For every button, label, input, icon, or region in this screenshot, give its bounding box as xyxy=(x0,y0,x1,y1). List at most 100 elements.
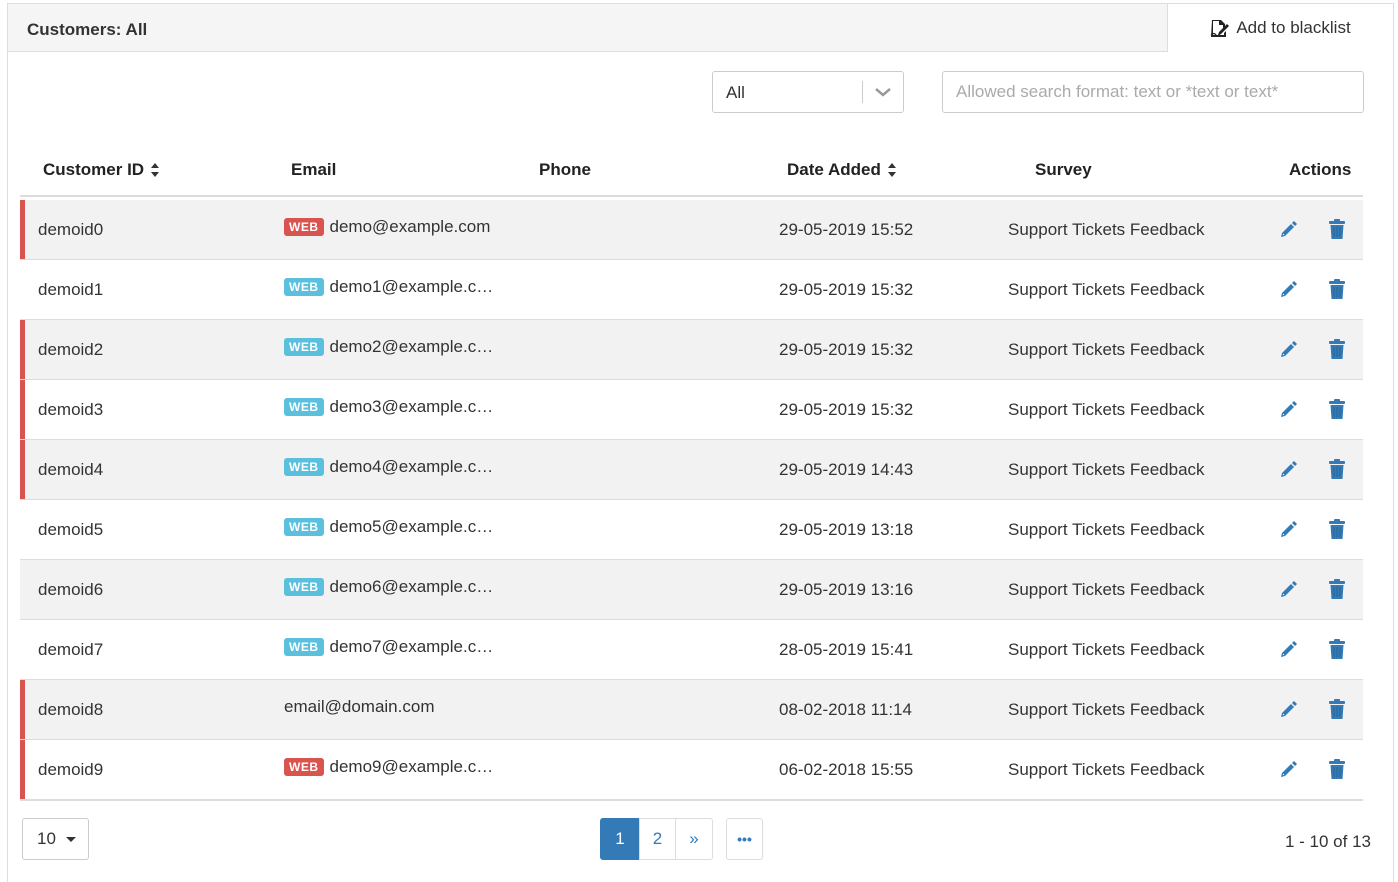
pencil-icon[interactable] xyxy=(1279,699,1299,719)
column-header-label: Survey xyxy=(1035,160,1092,179)
email-text: email@domain.com xyxy=(284,696,435,716)
pencil-icon[interactable] xyxy=(1279,579,1299,599)
date-added-cell: 08-02-2018 11:14 xyxy=(779,699,912,719)
panel-header: Customers: All Add to blacklist xyxy=(8,4,1393,52)
caret-down-icon xyxy=(65,836,76,842)
add-to-blacklist-button[interactable]: Add to blacklist xyxy=(1167,4,1393,52)
survey-cell: Support Tickets Feedback xyxy=(1008,519,1205,539)
page-button-1[interactable]: 1 xyxy=(600,818,640,860)
email-cell: WEB demo1@example.c… xyxy=(284,257,493,316)
more-pages-button[interactable]: ••• xyxy=(726,818,763,860)
add-to-blacklist-label: Add to blacklist xyxy=(1236,18,1351,37)
select-divider xyxy=(862,81,863,103)
table-row[interactable]: demoid8 email@domain.com 08-02-2018 11:14 S… xyxy=(20,680,1363,740)
row-flag-indicator xyxy=(20,680,25,739)
table-row[interactable]: demoid3 WEB demo3@example.c… 29-05-2019 15:… xyxy=(20,380,1363,440)
survey-cell: Support Tickets Feedback xyxy=(1008,699,1205,719)
filter-selected-value: All xyxy=(726,83,745,102)
column-header-label: Email xyxy=(291,160,337,179)
survey-cell: Support Tickets Feedback xyxy=(1008,759,1205,779)
column-header-label: Phone xyxy=(539,160,591,179)
date-added-cell: 29-05-2019 15:32 xyxy=(779,339,914,359)
trash-icon[interactable] xyxy=(1329,459,1345,479)
row-flag-indicator xyxy=(20,740,25,799)
trash-icon[interactable] xyxy=(1329,699,1345,719)
email-text: demo7@example.c… xyxy=(329,636,494,656)
column-header-actions: Actions xyxy=(1289,160,1351,180)
email-cell: WEB demo4@example.c… xyxy=(284,437,493,496)
column-header-date-added[interactable]: Date Added xyxy=(787,160,897,180)
row-flag-indicator xyxy=(20,440,25,499)
table-row[interactable]: demoid2 WEB demo2@example.c… 29-05-2019 15:… xyxy=(20,320,1363,380)
email-cell: WEB demo6@example.c… xyxy=(284,557,493,616)
date-added-cell: 29-05-2019 15:32 xyxy=(779,399,914,419)
table-row[interactable]: demoid0 WEB demo@example.com 29-05-2019 15:… xyxy=(20,200,1363,260)
pencil-icon[interactable] xyxy=(1279,759,1299,779)
source-badge: WEB xyxy=(284,457,324,476)
customer-id-cell: demoid7 xyxy=(38,639,104,659)
pencil-icon[interactable] xyxy=(1279,639,1299,659)
column-header-survey: Survey xyxy=(1035,160,1092,180)
email-text: demo1@example.c… xyxy=(329,276,494,296)
date-added-cell: 29-05-2019 15:52 xyxy=(779,219,914,239)
email-cell: email@domain.com xyxy=(284,677,434,736)
source-badge: WEB xyxy=(284,277,324,296)
email-text: demo2@example.c… xyxy=(329,336,494,356)
customer-id-cell: demoid0 xyxy=(38,219,104,239)
trash-icon[interactable] xyxy=(1329,219,1345,239)
table-row[interactable]: demoid1 WEB demo1@example.c… 29-05-2019 15:… xyxy=(20,260,1363,320)
per-page-dropdown[interactable]: 10 xyxy=(22,818,89,860)
date-added-cell: 29-05-2019 15:32 xyxy=(779,279,914,299)
survey-cell: Support Tickets Feedback xyxy=(1008,639,1205,659)
email-cell: WEB demo7@example.c… xyxy=(284,617,493,676)
customer-id-cell: demoid1 xyxy=(38,279,104,299)
survey-cell: Support Tickets Feedback xyxy=(1008,459,1205,479)
customer-id-cell: demoid4 xyxy=(38,459,104,479)
per-page-value: 10 xyxy=(37,829,56,848)
pencil-icon[interactable] xyxy=(1279,339,1299,359)
pencil-icon[interactable] xyxy=(1279,399,1299,419)
email-text: demo@example.com xyxy=(329,216,491,236)
table-row[interactable]: demoid4 WEB demo4@example.c… 29-05-2019 14:… xyxy=(20,440,1363,500)
row-flag-indicator xyxy=(20,320,25,379)
pencil-icon[interactable] xyxy=(1279,459,1299,479)
page-button-2[interactable]: 2 xyxy=(639,818,676,860)
survey-cell: Support Tickets Feedback xyxy=(1008,279,1205,299)
email-text: demo5@example.c… xyxy=(329,516,494,536)
table-row[interactable]: demoid5 WEB demo5@example.c… 29-05-2019 13:… xyxy=(20,500,1363,560)
table-bottom-divider xyxy=(20,799,1363,801)
table-row[interactable]: demoid9 WEB demo9@example.c… 06-02-2018 15:… xyxy=(20,740,1363,800)
customer-id-cell: demoid5 xyxy=(38,519,104,539)
trash-icon[interactable] xyxy=(1329,759,1345,779)
table-row[interactable]: demoid6 WEB demo6@example.c… 29-05-2019 13:… xyxy=(20,560,1363,620)
trash-icon[interactable] xyxy=(1329,339,1345,359)
row-flag-indicator xyxy=(20,380,25,439)
customer-filter-select[interactable]: All xyxy=(712,71,904,113)
row-flag-indicator xyxy=(20,200,25,259)
email-text: demo3@example.c… xyxy=(329,396,494,416)
trash-icon[interactable] xyxy=(1329,639,1345,659)
trash-icon[interactable] xyxy=(1329,399,1345,419)
trash-icon[interactable] xyxy=(1329,519,1345,539)
survey-cell: Support Tickets Feedback xyxy=(1008,219,1205,239)
source-badge: WEB xyxy=(284,337,324,356)
source-badge: WEB xyxy=(284,217,324,236)
table-row[interactable]: demoid7 WEB demo7@example.c… 28-05-2019 15:… xyxy=(20,620,1363,680)
source-badge: WEB xyxy=(284,397,324,416)
email-cell: WEB demo3@example.c… xyxy=(284,377,493,436)
trash-icon[interactable] xyxy=(1329,279,1345,299)
column-header-customer-id[interactable]: Customer ID xyxy=(43,160,160,180)
search-input[interactable] xyxy=(942,71,1364,113)
pencil-icon[interactable] xyxy=(1279,279,1299,299)
pencil-icon[interactable] xyxy=(1279,219,1299,239)
source-badge: WEB xyxy=(284,517,324,536)
pencil-icon[interactable] xyxy=(1279,519,1299,539)
next-page-button[interactable]: » xyxy=(675,818,713,860)
trash-icon[interactable] xyxy=(1329,579,1345,599)
date-added-cell: 29-05-2019 13:16 xyxy=(779,579,914,599)
edit-document-icon xyxy=(1210,20,1230,37)
header-divider xyxy=(20,195,1363,197)
column-header-label: Date Added xyxy=(787,160,881,179)
date-added-cell: 06-02-2018 15:55 xyxy=(779,759,914,779)
pagination: 1 2 » xyxy=(600,818,713,860)
